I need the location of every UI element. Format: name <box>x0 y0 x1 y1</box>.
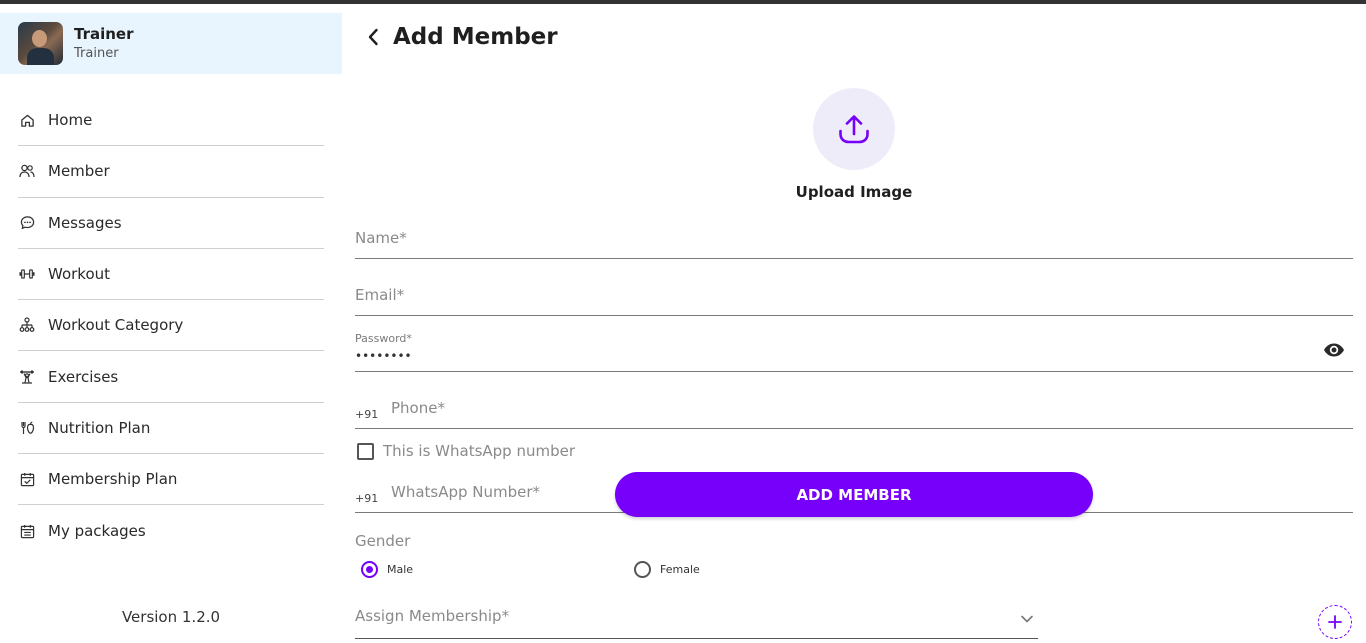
whatsapp-checkbox[interactable] <box>357 442 374 460</box>
password-label: Password* <box>355 332 412 345</box>
email-placeholder: Email* <box>355 286 405 304</box>
male-label: Male <box>387 563 414 576</box>
sidebar-nav: Home Member Messages Workout Workout Cat… <box>18 95 324 557</box>
female-label: Female <box>660 563 700 576</box>
profile-role: Trainer <box>74 45 119 61</box>
page-header: Add Member <box>367 24 558 50</box>
female-radio[interactable] <box>634 561 651 578</box>
sidebar-item-label: Membership Plan <box>48 470 178 489</box>
sidebar-item-member[interactable]: Member <box>18 146 324 198</box>
gender-option-male[interactable]: Male <box>361 561 413 578</box>
sidebar-item-exercises[interactable]: Exercises <box>18 351 324 403</box>
assign-membership-placeholder: Assign Membership* <box>355 607 510 625</box>
sidebar-item-membership-plan[interactable]: Membership Plan <box>18 454 324 506</box>
name-placeholder: Name* <box>355 229 407 247</box>
package-icon <box>19 523 35 539</box>
add-membership-button[interactable] <box>1318 605 1352 639</box>
sidebar-item-label: Exercises <box>48 367 119 386</box>
sidebar-item-label: My packages <box>48 522 146 541</box>
whatsapp-checkbox-label: This is WhatsApp number <box>383 442 576 460</box>
email-field[interactable]: Email* <box>355 279 1353 316</box>
whatsapp-checkbox-row[interactable]: This is WhatsApp number <box>357 442 575 460</box>
home-icon <box>19 112 35 128</box>
upload-image-label: Upload Image <box>795 183 913 201</box>
sidebar-item-label: Workout <box>48 265 111 284</box>
eye-icon[interactable] <box>1323 342 1345 358</box>
sidebar-item-label: Workout Category <box>48 316 184 335</box>
profile-card[interactable]: Trainer Trainer <box>0 13 342 74</box>
sidebar-item-label: Member <box>48 162 110 181</box>
phone-country-code: +91 <box>355 408 379 421</box>
sidebar-item-messages[interactable]: Messages <box>18 198 324 249</box>
add-member-button[interactable]: ADD MEMBER <box>615 472 1093 517</box>
page-title: Add Member <box>393 24 558 50</box>
sidebar-item-workout[interactable]: Workout <box>18 249 324 301</box>
whatsapp-placeholder: WhatsApp Number* <box>391 483 541 501</box>
chevron-down-icon <box>1020 609 1034 623</box>
sidebar-item-label: Nutrition Plan <box>48 418 151 437</box>
password-value: •••••••• <box>355 349 412 363</box>
avatar <box>18 22 63 65</box>
hierarchy-icon <box>19 317 35 333</box>
version-text: Version 1.2.0 <box>121 608 221 626</box>
sidebar-item-label: Messages <box>48 213 122 232</box>
assign-membership-select[interactable]: Assign Membership* <box>355 601 1038 639</box>
calendar-check-icon <box>19 471 35 487</box>
nutrition-icon <box>19 420 35 436</box>
exercise-icon <box>19 369 35 385</box>
sidebar-item-workout-category[interactable]: Workout Category <box>18 300 324 352</box>
sidebar: Trainer Trainer Home Member Messages Wor… <box>0 4 342 643</box>
name-field[interactable]: Name* <box>355 222 1353 259</box>
back-arrow-icon[interactable] <box>367 26 383 48</box>
phone-field[interactable]: +91 Phone* <box>355 392 1353 429</box>
users-icon <box>19 163 35 179</box>
profile-name: Trainer <box>74 24 134 43</box>
plus-icon <box>1328 615 1342 629</box>
upload-icon <box>839 115 869 144</box>
password-field[interactable]: Password* •••••••• <box>355 330 1353 372</box>
sidebar-item-nutrition-plan[interactable]: Nutrition Plan <box>18 403 324 455</box>
whatsapp-country-code: +91 <box>355 492 379 505</box>
sidebar-item-my-packages[interactable]: My packages <box>18 505 324 556</box>
upload-image-button[interactable] <box>813 88 895 170</box>
gender-option-female[interactable]: Female <box>634 561 700 578</box>
dumbbell-icon <box>19 266 35 282</box>
gender-label: Gender <box>355 532 411 550</box>
male-radio[interactable] <box>361 561 378 578</box>
sidebar-item-home[interactable]: Home <box>18 95 324 147</box>
message-icon <box>19 215 35 231</box>
profile-text: Trainer Trainer <box>74 25 134 63</box>
sidebar-item-label: Home <box>48 111 93 130</box>
phone-placeholder: Phone* <box>391 399 445 417</box>
add-member-form: Add Member Upload Image Name* Email* Pas… <box>355 4 1353 643</box>
